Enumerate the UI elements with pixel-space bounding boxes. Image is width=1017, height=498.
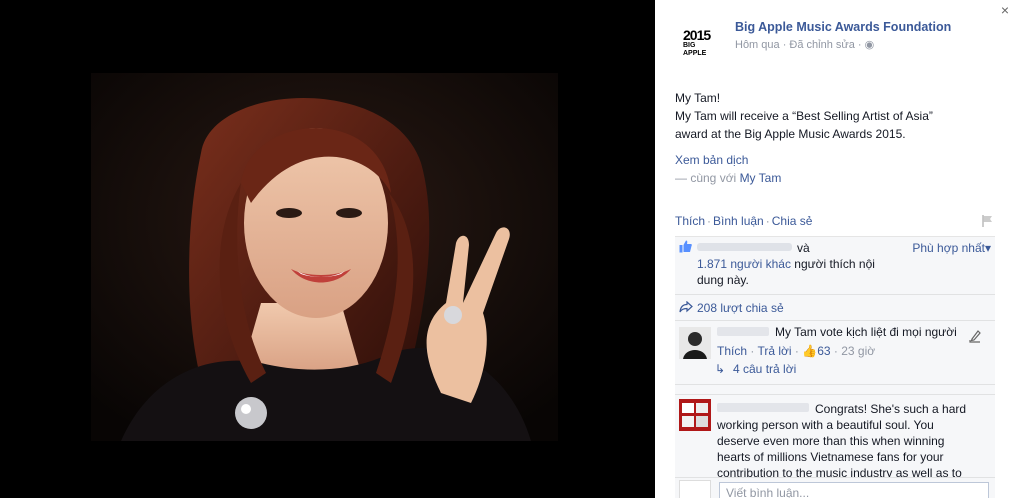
likes-others-link[interactable]: 1.871 người khác (697, 257, 791, 271)
replies-row: ↳ 4 câu trả lời (675, 357, 995, 385)
comment-time[interactable]: 23 giờ (841, 344, 875, 358)
separator: · (765, 214, 770, 228)
avatar[interactable] (679, 327, 711, 359)
post-photo[interactable] (91, 73, 558, 441)
comment-reply[interactable]: Trả lời (757, 344, 791, 358)
post-meta: Hôm qua · Đã chỉnh sửa · ◉ (735, 38, 874, 51)
shares-count-link[interactable]: 208 lượt chia sẻ (697, 301, 784, 315)
photo-stage (0, 0, 655, 498)
with-prefix: — cùng với (675, 171, 740, 185)
comment-actions: Thích · Trả lời · 👍63 · 23 giờ (717, 344, 875, 358)
post-body: My Tam! My Tam will receive a “Best Sell… (675, 89, 995, 143)
separator: · (747, 344, 758, 358)
comment-like-thumb-icon: 👍 (802, 344, 818, 358)
logo-subtitle: BIG APPLE (683, 42, 707, 57)
share-icon (679, 301, 693, 313)
avatar (679, 480, 711, 498)
likes-row: và 1.871 người khác người thích nội dung… (675, 237, 995, 295)
share-action[interactable]: Chia sẻ (772, 214, 813, 228)
commenter-name[interactable] (717, 327, 769, 336)
likes-text: và 1.871 người khác người thích nội dung… (697, 240, 897, 288)
feedback-section: và 1.871 người khác người thích nội dung… (675, 236, 995, 498)
comment-input[interactable] (719, 482, 989, 498)
caret-down-icon: ▾ (984, 241, 991, 255)
post-actions: Thích · Bình luận · Chia sẻ (675, 214, 812, 228)
post-header: 2015 BIG APPLE Big Apple Music Awards Fo… (683, 18, 997, 60)
shares-row: 208 lượt chia sẻ (675, 295, 995, 321)
comment-text: My Tam vote kịch liệt đi mọi người (775, 325, 957, 339)
post-meta-text: Hôm qua · Đã chỉnh sửa · (735, 39, 865, 51)
logo-year: 2015 (683, 27, 711, 43)
separator: · (830, 344, 842, 358)
comment-item: Congrats! She's such a hard working pers… (675, 395, 995, 480)
comment-composer (675, 477, 995, 498)
edit-icon[interactable] (967, 329, 983, 343)
post-line-3: award at the Big Apple Music Awards 2015… (675, 127, 906, 141)
tagged-person-link[interactable]: My Tam (740, 171, 782, 185)
comment-like-count[interactable]: 63 (817, 344, 830, 358)
reply-arrow-icon: ↳ (715, 362, 726, 376)
view-replies-link[interactable]: 4 câu trả lời (733, 362, 796, 376)
comment-text: Congrats! She's such a hard working pers… (717, 402, 967, 480)
comment-like[interactable]: Thích (717, 344, 747, 358)
page-logo[interactable]: 2015 BIG APPLE (683, 28, 718, 58)
flag-icon[interactable] (981, 214, 995, 228)
avatar-image (679, 327, 711, 359)
thumbs-up-icon (679, 240, 692, 253)
sort-label: Phù hợp nhất (912, 241, 985, 255)
post-line-1: My Tam! (675, 91, 721, 105)
post-line-2: My Tam will receive a “Best Selling Arti… (675, 109, 933, 123)
likes-and: và (797, 241, 810, 255)
tagged-with: — cùng với My Tam (675, 171, 781, 185)
page-name-link[interactable]: Big Apple Music Awards Foundation (735, 20, 951, 34)
sort-dropdown[interactable]: Phù hợp nhất▾ (912, 241, 991, 255)
separator: · (707, 214, 712, 228)
separator: · (791, 344, 803, 358)
like-action[interactable]: Thích (675, 214, 705, 228)
avatar[interactable] (679, 399, 711, 431)
photo-image (91, 73, 558, 441)
post-panel: × 2015 BIG APPLE Big Apple Music Awards … (655, 0, 1017, 498)
close-icon[interactable]: × (1001, 2, 1009, 18)
avatar-image (679, 399, 711, 431)
globe-icon[interactable]: ◉ (865, 39, 875, 51)
comment-action[interactable]: Bình luận (713, 214, 764, 228)
see-translation-link[interactable]: Xem bản dịch (675, 153, 748, 167)
